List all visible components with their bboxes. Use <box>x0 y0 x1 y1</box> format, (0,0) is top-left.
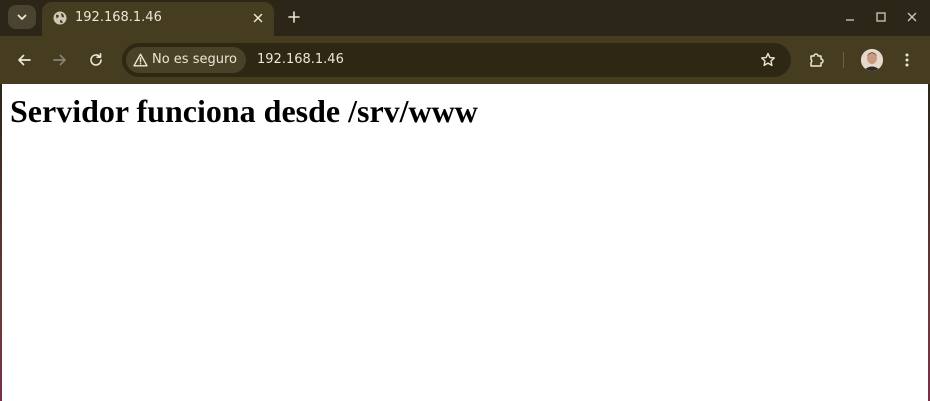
tab-close-button[interactable] <box>250 10 266 26</box>
page-heading: Servidor funciona desde /srv/www <box>10 93 478 129</box>
page-viewport: Servidor funciona desde /srv/www <box>2 84 928 401</box>
arrow-right-icon <box>53 54 66 66</box>
minimize-button[interactable] <box>841 8 859 26</box>
reload-icon <box>90 53 102 66</box>
close-icon <box>907 12 917 22</box>
menu-button[interactable] <box>897 50 917 70</box>
maximize-button[interactable] <box>872 8 890 26</box>
security-chip[interactable]: No es seguro <box>126 47 246 73</box>
minimize-icon <box>846 19 854 21</box>
arrow-left-icon <box>18 54 31 66</box>
globe-icon <box>53 11 67 25</box>
chevron-down-icon <box>17 14 27 20</box>
reload-button[interactable] <box>86 50 106 70</box>
extensions-button[interactable] <box>807 50 827 70</box>
tab-search-button[interactable] <box>8 5 36 29</box>
avatar[interactable] <box>861 49 883 71</box>
maximize-icon <box>876 12 886 22</box>
browser-window: 192.168.1.46 No es seguro 192.168.1.46 S… <box>0 0 930 401</box>
warning-icon <box>132 52 148 68</box>
close-icon <box>253 13 263 23</box>
forward-button[interactable] <box>50 50 70 70</box>
puzzle-icon <box>810 53 824 67</box>
address-bar[interactable]: No es seguro 192.168.1.46 <box>122 43 791 77</box>
tab-active[interactable]: 192.168.1.46 <box>42 2 274 36</box>
star-icon <box>761 52 775 67</box>
security-label: No es seguro <box>152 52 237 67</box>
bookmark-button[interactable] <box>759 51 777 69</box>
plus-icon <box>288 11 300 23</box>
tab-title: 192.168.1.46 <box>75 10 162 25</box>
tab-strip: 192.168.1.46 <box>0 0 930 36</box>
toolbar: No es seguro 192.168.1.46 <box>0 36 930 84</box>
close-window-button[interactable] <box>903 8 921 26</box>
more-vert-icon <box>905 53 909 67</box>
toolbar-divider <box>843 52 844 68</box>
new-tab-button[interactable] <box>283 6 305 28</box>
back-button[interactable] <box>14 50 34 70</box>
url-text[interactable]: 192.168.1.46 <box>257 51 344 69</box>
